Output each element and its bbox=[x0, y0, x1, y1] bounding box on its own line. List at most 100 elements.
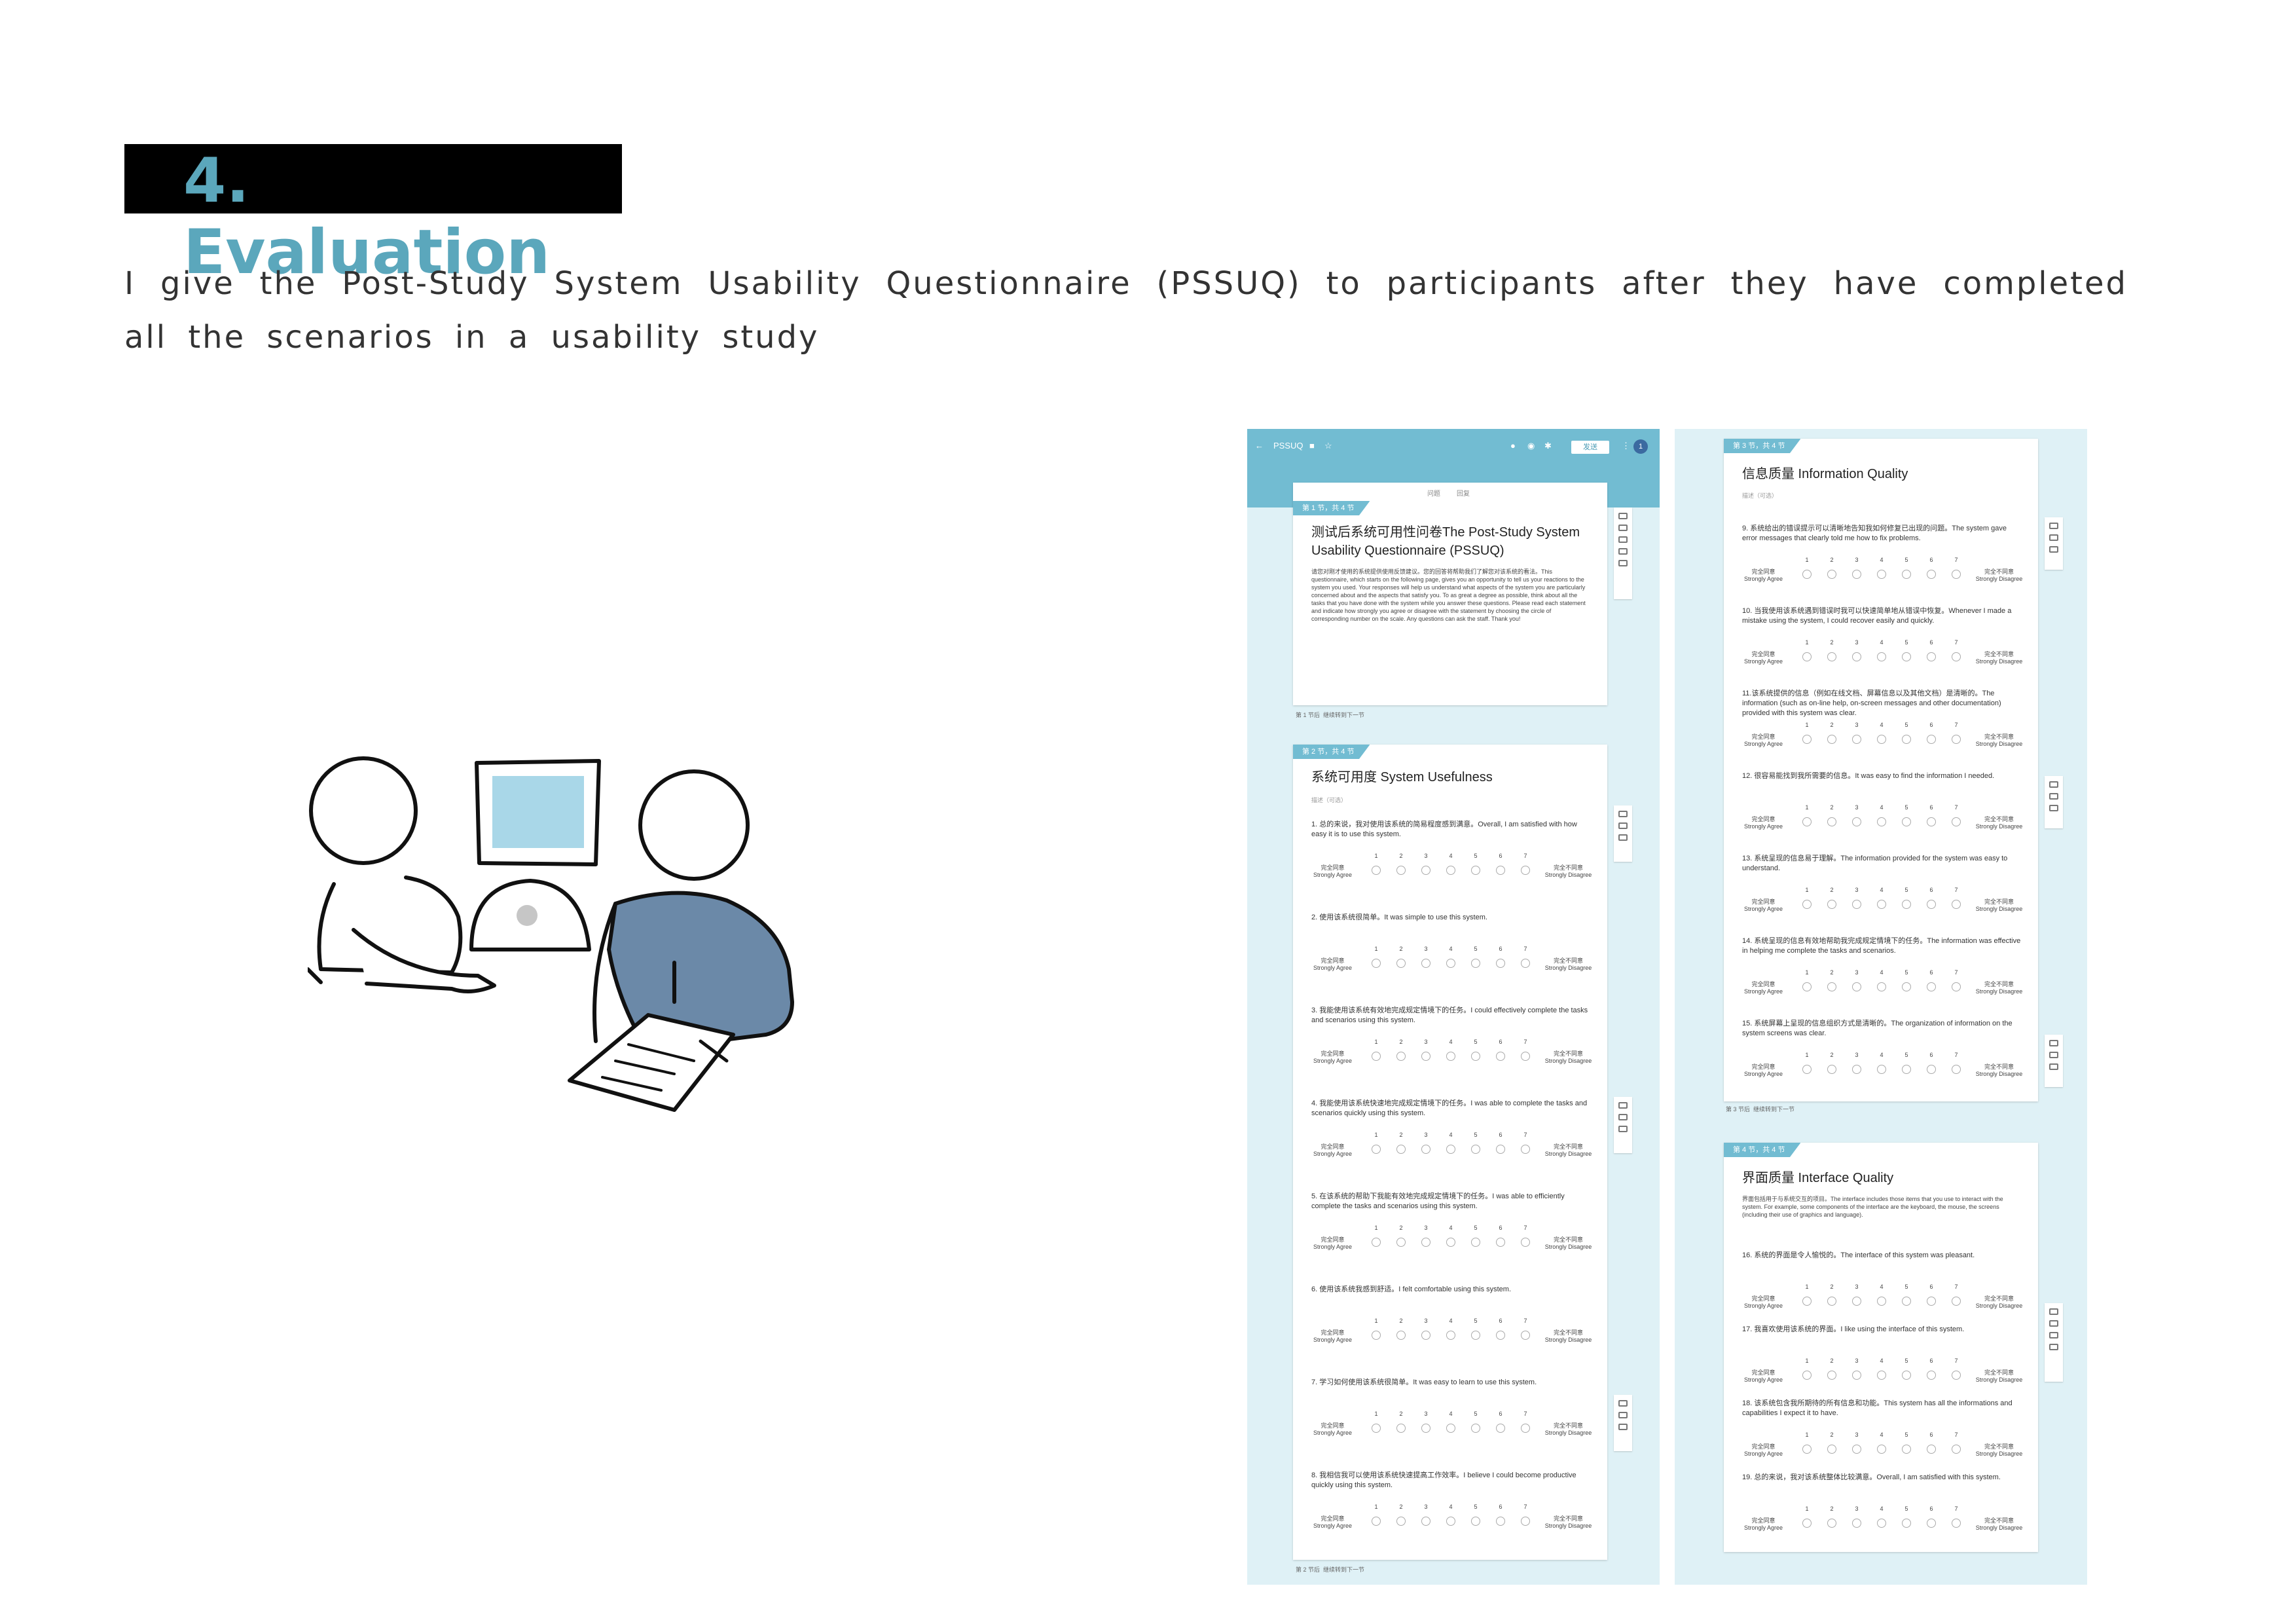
scale-radio-button[interactable] bbox=[1952, 1519, 1961, 1528]
scale-radio-button[interactable] bbox=[1396, 866, 1406, 875]
scale-radio-button[interactable] bbox=[1927, 570, 1936, 579]
scale-radio-button[interactable] bbox=[1421, 1052, 1430, 1061]
scale-radio-button[interactable] bbox=[1927, 1445, 1936, 1454]
question-side-toolbar[interactable] bbox=[2045, 776, 2063, 828]
folder-icon[interactable]: ■ bbox=[1309, 441, 1315, 451]
scale-radio-button[interactable] bbox=[1952, 900, 1961, 909]
scale-radio-button[interactable] bbox=[1852, 1519, 1861, 1528]
scale-radio-button[interactable] bbox=[1496, 1424, 1505, 1433]
scale-radio-button[interactable] bbox=[1396, 1517, 1406, 1526]
scale-radio-button[interactable] bbox=[1952, 1297, 1961, 1306]
more-vert-icon[interactable]: ⋮ bbox=[1622, 441, 1630, 451]
scale-radio-button[interactable] bbox=[1802, 735, 1812, 744]
scale-radio-button[interactable] bbox=[1446, 959, 1455, 968]
scale-radio-button[interactable] bbox=[1521, 1238, 1530, 1247]
scale-radio-button[interactable] bbox=[1521, 1052, 1530, 1061]
scale-radio-button[interactable] bbox=[1471, 1145, 1480, 1154]
scale-radio-button[interactable] bbox=[1446, 1145, 1455, 1154]
scale-radio-button[interactable] bbox=[1952, 652, 1961, 661]
scale-radio-button[interactable] bbox=[1496, 1517, 1505, 1526]
scale-radio-button[interactable] bbox=[1827, 652, 1836, 661]
scale-radio-button[interactable] bbox=[1852, 652, 1861, 661]
scale-radio-button[interactable] bbox=[1852, 1065, 1861, 1074]
scale-radio-button[interactable] bbox=[1927, 982, 1936, 991]
scale-radio-button[interactable] bbox=[1396, 959, 1406, 968]
scale-radio-button[interactable] bbox=[1927, 900, 1936, 909]
scale-radio-button[interactable] bbox=[1827, 1297, 1836, 1306]
scale-radio-button[interactable] bbox=[1952, 982, 1961, 991]
scale-radio-button[interactable] bbox=[1927, 1297, 1936, 1306]
scale-radio-button[interactable] bbox=[1952, 817, 1961, 826]
scale-radio-button[interactable] bbox=[1902, 1519, 1911, 1528]
scale-radio-button[interactable] bbox=[1902, 900, 1911, 909]
scale-radio-button[interactable] bbox=[1802, 900, 1812, 909]
scale-radio-button[interactable] bbox=[1446, 1052, 1455, 1061]
scale-radio-button[interactable] bbox=[1802, 1445, 1812, 1454]
scale-radio-button[interactable] bbox=[1372, 1517, 1381, 1526]
scale-radio-button[interactable] bbox=[1802, 1297, 1812, 1306]
scale-radio-button[interactable] bbox=[1927, 735, 1936, 744]
scale-radio-button[interactable] bbox=[1827, 1445, 1836, 1454]
scale-radio-button[interactable] bbox=[1902, 735, 1911, 744]
scale-radio-button[interactable] bbox=[1521, 959, 1530, 968]
scale-radio-button[interactable] bbox=[1396, 1424, 1406, 1433]
scale-radio-button[interactable] bbox=[1396, 1145, 1406, 1154]
scale-radio-button[interactable] bbox=[1521, 1331, 1530, 1340]
question-side-toolbar[interactable] bbox=[2045, 1035, 2063, 1087]
question-side-toolbar[interactable] bbox=[1614, 1097, 1632, 1153]
scale-radio-button[interactable] bbox=[1902, 1297, 1911, 1306]
scale-radio-button[interactable] bbox=[1902, 1445, 1911, 1454]
question-side-toolbar[interactable] bbox=[1614, 805, 1632, 862]
scale-radio-button[interactable] bbox=[1827, 982, 1836, 991]
scale-radio-button[interactable] bbox=[1421, 1424, 1430, 1433]
scale-radio-button[interactable] bbox=[1902, 570, 1911, 579]
scale-radio-button[interactable] bbox=[1496, 866, 1505, 875]
star-icon[interactable]: ☆ bbox=[1324, 441, 1332, 451]
scale-radio-button[interactable] bbox=[1902, 652, 1911, 661]
scale-radio-button[interactable] bbox=[1902, 982, 1911, 991]
scale-radio-button[interactable] bbox=[1372, 866, 1381, 875]
scale-radio-button[interactable] bbox=[1372, 1145, 1381, 1154]
scale-radio-button[interactable] bbox=[1827, 900, 1836, 909]
scale-radio-button[interactable] bbox=[1521, 1424, 1530, 1433]
scale-radio-button[interactable] bbox=[1827, 735, 1836, 744]
scale-radio-button[interactable] bbox=[1471, 1052, 1480, 1061]
scale-radio-button[interactable] bbox=[1421, 866, 1430, 875]
scale-radio-button[interactable] bbox=[1372, 1052, 1381, 1061]
scale-radio-button[interactable] bbox=[1421, 1517, 1430, 1526]
scale-radio-button[interactable] bbox=[1877, 982, 1886, 991]
scale-radio-button[interactable] bbox=[1802, 652, 1812, 661]
scale-radio-button[interactable] bbox=[1446, 1238, 1455, 1247]
scale-radio-button[interactable] bbox=[1802, 1065, 1812, 1074]
scale-radio-button[interactable] bbox=[1496, 1238, 1505, 1247]
scale-radio-button[interactable] bbox=[1372, 1238, 1381, 1247]
scale-radio-button[interactable] bbox=[1877, 652, 1886, 661]
tab-questions[interactable]: 问题 bbox=[1427, 488, 1440, 498]
scale-radio-button[interactable] bbox=[1877, 1065, 1886, 1074]
back-arrow-icon[interactable]: ← bbox=[1255, 441, 1264, 451]
scale-radio-button[interactable] bbox=[1852, 735, 1861, 744]
scale-radio-button[interactable] bbox=[1496, 1052, 1505, 1061]
question-side-toolbar[interactable] bbox=[1614, 1395, 1632, 1451]
scale-radio-button[interactable] bbox=[1852, 900, 1861, 909]
question-side-toolbar[interactable] bbox=[2045, 517, 2063, 570]
scale-radio-button[interactable] bbox=[1952, 1065, 1961, 1074]
scale-radio-button[interactable] bbox=[1877, 1445, 1886, 1454]
tab-responses[interactable]: 回复 bbox=[1457, 488, 1470, 498]
scale-radio-button[interactable] bbox=[1802, 982, 1812, 991]
scale-radio-button[interactable] bbox=[1802, 1371, 1812, 1380]
question-side-toolbar[interactable] bbox=[2045, 1303, 2063, 1382]
scale-radio-button[interactable] bbox=[1521, 1517, 1530, 1526]
scale-radio-button[interactable] bbox=[1421, 1145, 1430, 1154]
scale-radio-button[interactable] bbox=[1446, 1331, 1455, 1340]
scale-radio-button[interactable] bbox=[1927, 1371, 1936, 1380]
scale-radio-button[interactable] bbox=[1471, 1331, 1480, 1340]
scale-radio-button[interactable] bbox=[1877, 570, 1886, 579]
scale-radio-button[interactable] bbox=[1927, 1519, 1936, 1528]
scale-radio-button[interactable] bbox=[1396, 1238, 1406, 1247]
scale-radio-button[interactable] bbox=[1396, 1331, 1406, 1340]
scale-radio-button[interactable] bbox=[1827, 570, 1836, 579]
scale-radio-button[interactable] bbox=[1802, 570, 1812, 579]
avatar[interactable]: 1 bbox=[1633, 439, 1648, 454]
palette-icon[interactable]: ● bbox=[1510, 441, 1516, 451]
